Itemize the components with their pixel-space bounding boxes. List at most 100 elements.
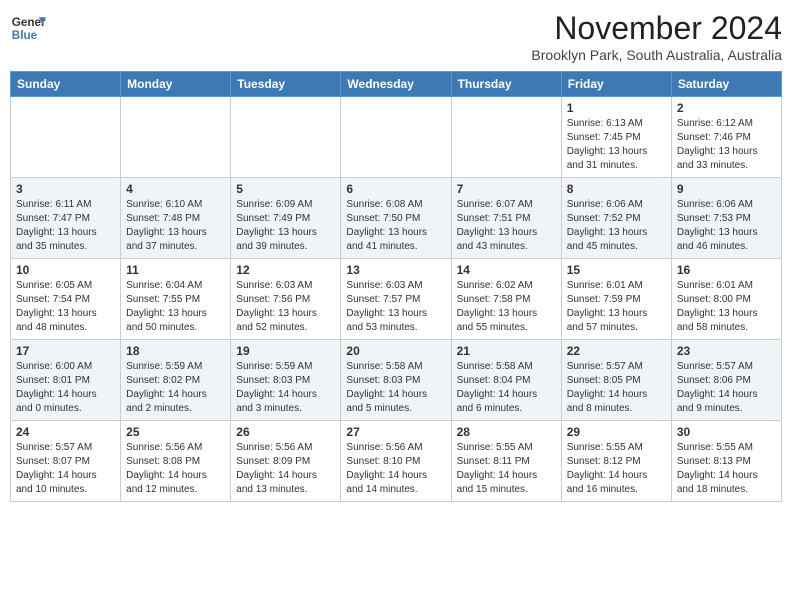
calendar-cell: 28 Sunrise: 5:55 AM Sunset: 8:11 PM Dayli… xyxy=(451,421,561,502)
calendar-cell: 19 Sunrise: 5:59 AM Sunset: 8:03 PM Dayli… xyxy=(231,340,341,421)
day-info: Sunrise: 6:13 AM Sunset: 7:45 PM Dayligh… xyxy=(567,117,666,173)
calendar-cell: 20Sunrise: 5:58 AM Sunset: 8:03 PM Dayli… xyxy=(341,340,451,421)
weekday-header-sunday: Sunday xyxy=(11,72,121,97)
day-info: Sunrise: 5:55 AM Sunset: 8:12 PM Dayligh… xyxy=(567,441,666,497)
day-info: Sunrise: 5:55 AM Sunset: 8:11 PM Dayligh… xyxy=(457,441,556,497)
day-info: Sunrise: 6:02 AM Sunset: 7:58 PM Dayligh… xyxy=(457,279,556,335)
day-info: Sunrise: 5:57 AM Sunset: 8:05 PM Dayligh… xyxy=(567,360,666,416)
day-info: Sunrise: 6:06 AM Sunset: 7:52 PM Dayligh… xyxy=(567,198,666,254)
weekday-header-monday: Monday xyxy=(121,72,231,97)
day-number: 13 xyxy=(346,263,445,277)
day-number: 12 xyxy=(236,263,335,277)
day-number: 26 xyxy=(236,425,335,439)
day-info: Sunrise: 5:56 AM Sunset: 8:08 PM Dayligh… xyxy=(126,441,225,497)
day-info: Sunrise: 6:01 AM Sunset: 7:59 PM Dayligh… xyxy=(567,279,666,335)
day-info: Sunrise: 5:56 AM Sunset: 8:09 PM Dayligh… xyxy=(236,441,335,497)
day-number: 20 xyxy=(346,344,445,358)
calendar-cell: 17 Sunrise: 6:00 AM Sunset: 8:01 PM Dayli… xyxy=(11,340,121,421)
calendar-cell: 30Sunrise: 5:55 AM Sunset: 8:13 PM Dayli… xyxy=(671,421,781,502)
calendar-cell xyxy=(121,97,231,178)
calendar-cell: 2Sunrise: 6:12 AM Sunset: 7:46 PM Daylig… xyxy=(671,97,781,178)
day-number: 7 xyxy=(457,182,556,196)
day-number: 8 xyxy=(567,182,666,196)
calendar-cell xyxy=(231,97,341,178)
calendar-table: SundayMondayTuesdayWednesdayThursdayFrid… xyxy=(10,71,782,502)
calendar-week-row: 10 Sunrise: 6:05 AM Sunset: 7:54 PM Dayli… xyxy=(11,259,782,340)
day-number: 28 xyxy=(457,425,556,439)
calendar-cell: 25 Sunrise: 5:56 AM Sunset: 8:08 PM Dayli… xyxy=(121,421,231,502)
day-info: Sunrise: 6:10 AM Sunset: 7:48 PM Dayligh… xyxy=(126,198,225,254)
calendar-week-row: 17 Sunrise: 6:00 AM Sunset: 8:01 PM Dayli… xyxy=(11,340,782,421)
day-info: Sunrise: 6:03 AM Sunset: 7:56 PM Dayligh… xyxy=(236,279,335,335)
day-number: 3 xyxy=(16,182,115,196)
calendar-cell: 14 Sunrise: 6:02 AM Sunset: 7:58 PM Dayli… xyxy=(451,259,561,340)
calendar-cell: 22 Sunrise: 5:57 AM Sunset: 8:05 PM Dayli… xyxy=(561,340,671,421)
day-number: 19 xyxy=(236,344,335,358)
weekday-header-friday: Friday xyxy=(561,72,671,97)
month-title: November 2024 xyxy=(531,10,782,47)
day-info: Sunrise: 6:01 AM Sunset: 8:00 PM Dayligh… xyxy=(677,279,776,335)
calendar-cell: 18 Sunrise: 5:59 AM Sunset: 8:02 PM Dayli… xyxy=(121,340,231,421)
calendar-cell: 1 Sunrise: 6:13 AM Sunset: 7:45 PM Daylig… xyxy=(561,97,671,178)
calendar-cell: 24 Sunrise: 5:57 AM Sunset: 8:07 PM Dayli… xyxy=(11,421,121,502)
day-info: Sunrise: 5:56 AM Sunset: 8:10 PM Dayligh… xyxy=(346,441,445,497)
calendar-cell: 23Sunrise: 5:57 AM Sunset: 8:06 PM Dayli… xyxy=(671,340,781,421)
calendar-cell: 3 Sunrise: 6:11 AM Sunset: 7:47 PM Daylig… xyxy=(11,178,121,259)
calendar-cell: 27 Sunrise: 5:56 AM Sunset: 8:10 PM Dayli… xyxy=(341,421,451,502)
day-info: Sunrise: 6:03 AM Sunset: 7:57 PM Dayligh… xyxy=(346,279,445,335)
day-number: 15 xyxy=(567,263,666,277)
day-info: Sunrise: 6:07 AM Sunset: 7:51 PM Dayligh… xyxy=(457,198,556,254)
day-number: 4 xyxy=(126,182,225,196)
day-info: Sunrise: 5:59 AM Sunset: 8:02 PM Dayligh… xyxy=(126,360,225,416)
day-number: 14 xyxy=(457,263,556,277)
page-header: General Blue November 2024 Brooklyn Park… xyxy=(10,10,782,63)
day-number: 27 xyxy=(346,425,445,439)
logo-icon: General Blue xyxy=(10,10,46,46)
day-info: Sunrise: 6:05 AM Sunset: 7:54 PM Dayligh… xyxy=(16,279,115,335)
weekday-header-tuesday: Tuesday xyxy=(231,72,341,97)
calendar-cell: 10 Sunrise: 6:05 AM Sunset: 7:54 PM Dayli… xyxy=(11,259,121,340)
day-number: 9 xyxy=(677,182,776,196)
day-number: 17 xyxy=(16,344,115,358)
calendar-cell: 11 Sunrise: 6:04 AM Sunset: 7:55 PM Dayli… xyxy=(121,259,231,340)
day-info: Sunrise: 6:04 AM Sunset: 7:55 PM Dayligh… xyxy=(126,279,225,335)
day-number: 30 xyxy=(677,425,776,439)
day-number: 18 xyxy=(126,344,225,358)
calendar-cell: 13 Sunrise: 6:03 AM Sunset: 7:57 PM Dayli… xyxy=(341,259,451,340)
weekday-header-row: SundayMondayTuesdayWednesdayThursdayFrid… xyxy=(11,72,782,97)
day-info: Sunrise: 5:57 AM Sunset: 8:07 PM Dayligh… xyxy=(16,441,115,497)
day-info: Sunrise: 5:59 AM Sunset: 8:03 PM Dayligh… xyxy=(236,360,335,416)
title-block: November 2024 Brooklyn Park, South Austr… xyxy=(531,10,782,63)
calendar-cell: 8 Sunrise: 6:06 AM Sunset: 7:52 PM Daylig… xyxy=(561,178,671,259)
day-number: 21 xyxy=(457,344,556,358)
day-info: Sunrise: 6:06 AM Sunset: 7:53 PM Dayligh… xyxy=(677,198,776,254)
calendar-cell: 6Sunrise: 6:08 AM Sunset: 7:50 PM Daylig… xyxy=(341,178,451,259)
calendar-cell: 15 Sunrise: 6:01 AM Sunset: 7:59 PM Dayli… xyxy=(561,259,671,340)
day-info: Sunrise: 6:12 AM Sunset: 7:46 PM Dayligh… xyxy=(677,117,776,173)
day-info: Sunrise: 5:57 AM Sunset: 8:06 PM Dayligh… xyxy=(677,360,776,416)
calendar-cell xyxy=(341,97,451,178)
day-info: Sunrise: 6:11 AM Sunset: 7:47 PM Dayligh… xyxy=(16,198,115,254)
day-number: 25 xyxy=(126,425,225,439)
day-number: 22 xyxy=(567,344,666,358)
day-number: 1 xyxy=(567,101,666,115)
calendar-cell: 7 Sunrise: 6:07 AM Sunset: 7:51 PM Daylig… xyxy=(451,178,561,259)
calendar-cell: 4 Sunrise: 6:10 AM Sunset: 7:48 PM Daylig… xyxy=(121,178,231,259)
day-number: 10 xyxy=(16,263,115,277)
calendar-cell: 21 Sunrise: 5:58 AM Sunset: 8:04 PM Dayli… xyxy=(451,340,561,421)
calendar-week-row: 24 Sunrise: 5:57 AM Sunset: 8:07 PM Dayli… xyxy=(11,421,782,502)
logo: General Blue xyxy=(10,10,46,46)
day-number: 6 xyxy=(346,182,445,196)
calendar-cell xyxy=(11,97,121,178)
day-info: Sunrise: 6:00 AM Sunset: 8:01 PM Dayligh… xyxy=(16,360,115,416)
calendar-week-row: 3 Sunrise: 6:11 AM Sunset: 7:47 PM Daylig… xyxy=(11,178,782,259)
calendar-cell: 12 Sunrise: 6:03 AM Sunset: 7:56 PM Dayli… xyxy=(231,259,341,340)
day-number: 5 xyxy=(236,182,335,196)
calendar-week-row: 1 Sunrise: 6:13 AM Sunset: 7:45 PM Daylig… xyxy=(11,97,782,178)
day-info: Sunrise: 5:58 AM Sunset: 8:04 PM Dayligh… xyxy=(457,360,556,416)
day-number: 29 xyxy=(567,425,666,439)
day-number: 11 xyxy=(126,263,225,277)
day-number: 24 xyxy=(16,425,115,439)
day-info: Sunrise: 6:09 AM Sunset: 7:49 PM Dayligh… xyxy=(236,198,335,254)
weekday-header-thursday: Thursday xyxy=(451,72,561,97)
